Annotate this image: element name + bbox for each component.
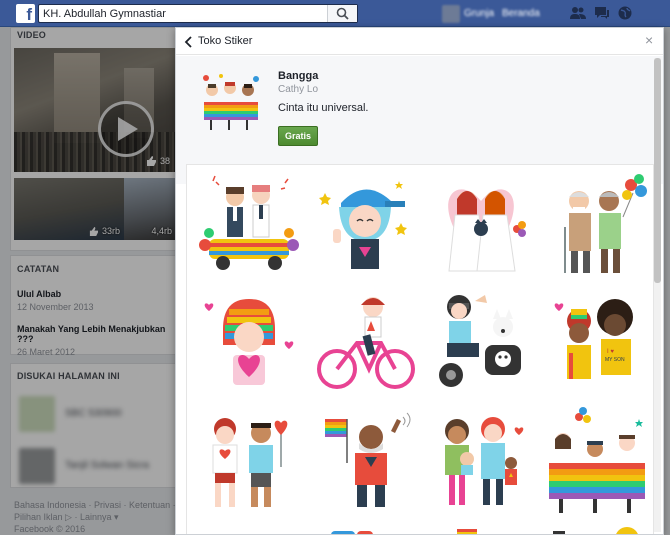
sticker-store-dialog: Toko Stiker × Bangga Cathy Lo Cinta itu … — [175, 27, 664, 535]
liked-pages-card: DISUKAI HALAMAN INI SBC 530900 Tanjil So… — [10, 363, 180, 488]
video-section-title: VIDEO — [17, 30, 47, 40]
footer-links-more[interactable]: Pilihan Iklan ▷ · Lainnya ▾ — [14, 512, 119, 523]
thumbnail-like-count: 33rb — [101, 226, 120, 236]
notifications-globe-icon[interactable] — [617, 6, 633, 20]
sticker-cyclist[interactable] — [311, 289, 419, 399]
notes-card: CATATAN Ulul Albab 12 November 2013 Mana… — [10, 255, 180, 357]
dialog-header: Toko Stiker × — [176, 28, 663, 55]
liked-page-avatar — [19, 448, 55, 484]
dialog-title: Toko Stiker — [198, 35, 253, 47]
top-navigation-bar: f Grunja Beranda — [0, 0, 670, 27]
shirt-text-my-son: MY SON — [605, 357, 625, 363]
liked-page-name[interactable]: Tanjil Solwan Sicra — [65, 460, 149, 471]
search-icon — [336, 7, 349, 20]
sticker-rainbow-banner-group[interactable] — [543, 407, 651, 517]
like-icon — [147, 156, 156, 166]
video-view-count: 38 — [160, 156, 171, 166]
featured-video[interactable]: 38 — [14, 48, 184, 172]
video-thumbnail-1[interactable]: 33rb — [14, 178, 124, 240]
video-thumbnail-2[interactable]: 4,4rb — [124, 178, 176, 240]
video-building — [54, 53, 100, 143]
footer-copyright: Facebook © 2016 — [14, 524, 86, 534]
thumbnail-like-count: 4,4rb — [151, 226, 172, 236]
notes-section-title: CATATAN — [17, 264, 60, 274]
sticker-blue-cap-girl[interactable] — [311, 171, 419, 281]
sticker-grid: I ♥ MY SON — [186, 164, 654, 535]
friend-requests-icon[interactable] — [570, 6, 586, 20]
liked-page-avatar — [19, 396, 55, 432]
nav-link-profile[interactable]: Grunja — [464, 8, 494, 19]
sticker-partial-row-4-3[interactable] — [427, 525, 535, 535]
search-button[interactable] — [327, 5, 357, 22]
search-box[interactable] — [38, 4, 358, 23]
back-arrow-icon[interactable] — [184, 36, 194, 48]
note-item[interactable]: Manakah Yang Lebih Menakjubkan ??? 26 Ma… — [17, 324, 179, 357]
sticker-pack-thumbnail — [203, 74, 259, 130]
top-right-nav: Grunja Beranda — [440, 0, 670, 27]
sticker-sports-couple[interactable] — [195, 407, 303, 517]
liked-pages-section-title: DISUKAI HALAMAN INI — [17, 371, 120, 381]
search-input[interactable] — [43, 7, 323, 21]
video-card: VIDEO 38 33rb 4,4rb — [10, 27, 184, 251]
note-date: 12 November 2013 — [17, 302, 94, 312]
note-date: 26 Maret 2012 — [17, 347, 76, 357]
facebook-logo-icon[interactable]: f — [16, 4, 35, 23]
sticker-couple-i-love-my-son[interactable]: I ♥ MY SON — [543, 289, 651, 399]
note-item[interactable]: Ulul Albab 12 November 2013 — [17, 289, 94, 312]
messages-icon[interactable] — [594, 6, 610, 20]
sticker-rainbow-hair-heart[interactable] — [195, 289, 303, 399]
sticker-pack-author[interactable]: Cathy Lo — [278, 84, 318, 95]
sticker-pack-name: Bangga — [278, 70, 319, 82]
sticker-partial-row-4-2[interactable] — [311, 525, 419, 535]
sticker-flag-waving-man[interactable] — [311, 407, 419, 517]
shirt-text-i-love: I ♥ — [607, 349, 614, 355]
sticker-partial-row-4-4[interactable] — [543, 525, 651, 535]
footer-links[interactable]: Bahasa Indonesia · Privasi · Ketentuan ·… — [14, 500, 197, 510]
sticker-elderly-couple-balloons[interactable] — [543, 171, 651, 281]
nav-link-home[interactable]: Beranda — [502, 8, 540, 19]
sticker-two-brides[interactable] — [427, 171, 535, 281]
play-icon — [118, 117, 138, 141]
play-button[interactable] — [98, 101, 154, 157]
liked-page-name[interactable]: SBC 530900 — [65, 408, 122, 419]
note-title[interactable]: Ulul Albab — [17, 289, 94, 299]
note-title[interactable]: Manakah Yang Lebih Menakjubkan ??? — [17, 324, 179, 344]
close-icon[interactable]: × — [645, 33, 657, 47]
dialog-scrollbar[interactable] — [654, 58, 661, 532]
scrollbar-thumb[interactable] — [654, 58, 661, 283]
profile-avatar[interactable] — [442, 5, 460, 23]
sticker-motorcycle-dog[interactable] — [427, 289, 535, 399]
like-icon — [89, 227, 98, 236]
get-free-button[interactable]: Gratis — [278, 126, 318, 146]
left-column: VIDEO 38 33rb 4,4rb CATATAN Ulul Albab 1… — [0, 27, 197, 535]
sticker-two-grooms-car[interactable] — [195, 171, 303, 281]
sticker-family[interactable] — [427, 407, 535, 517]
sticker-pack-description: Cinta itu universal. — [278, 102, 369, 114]
